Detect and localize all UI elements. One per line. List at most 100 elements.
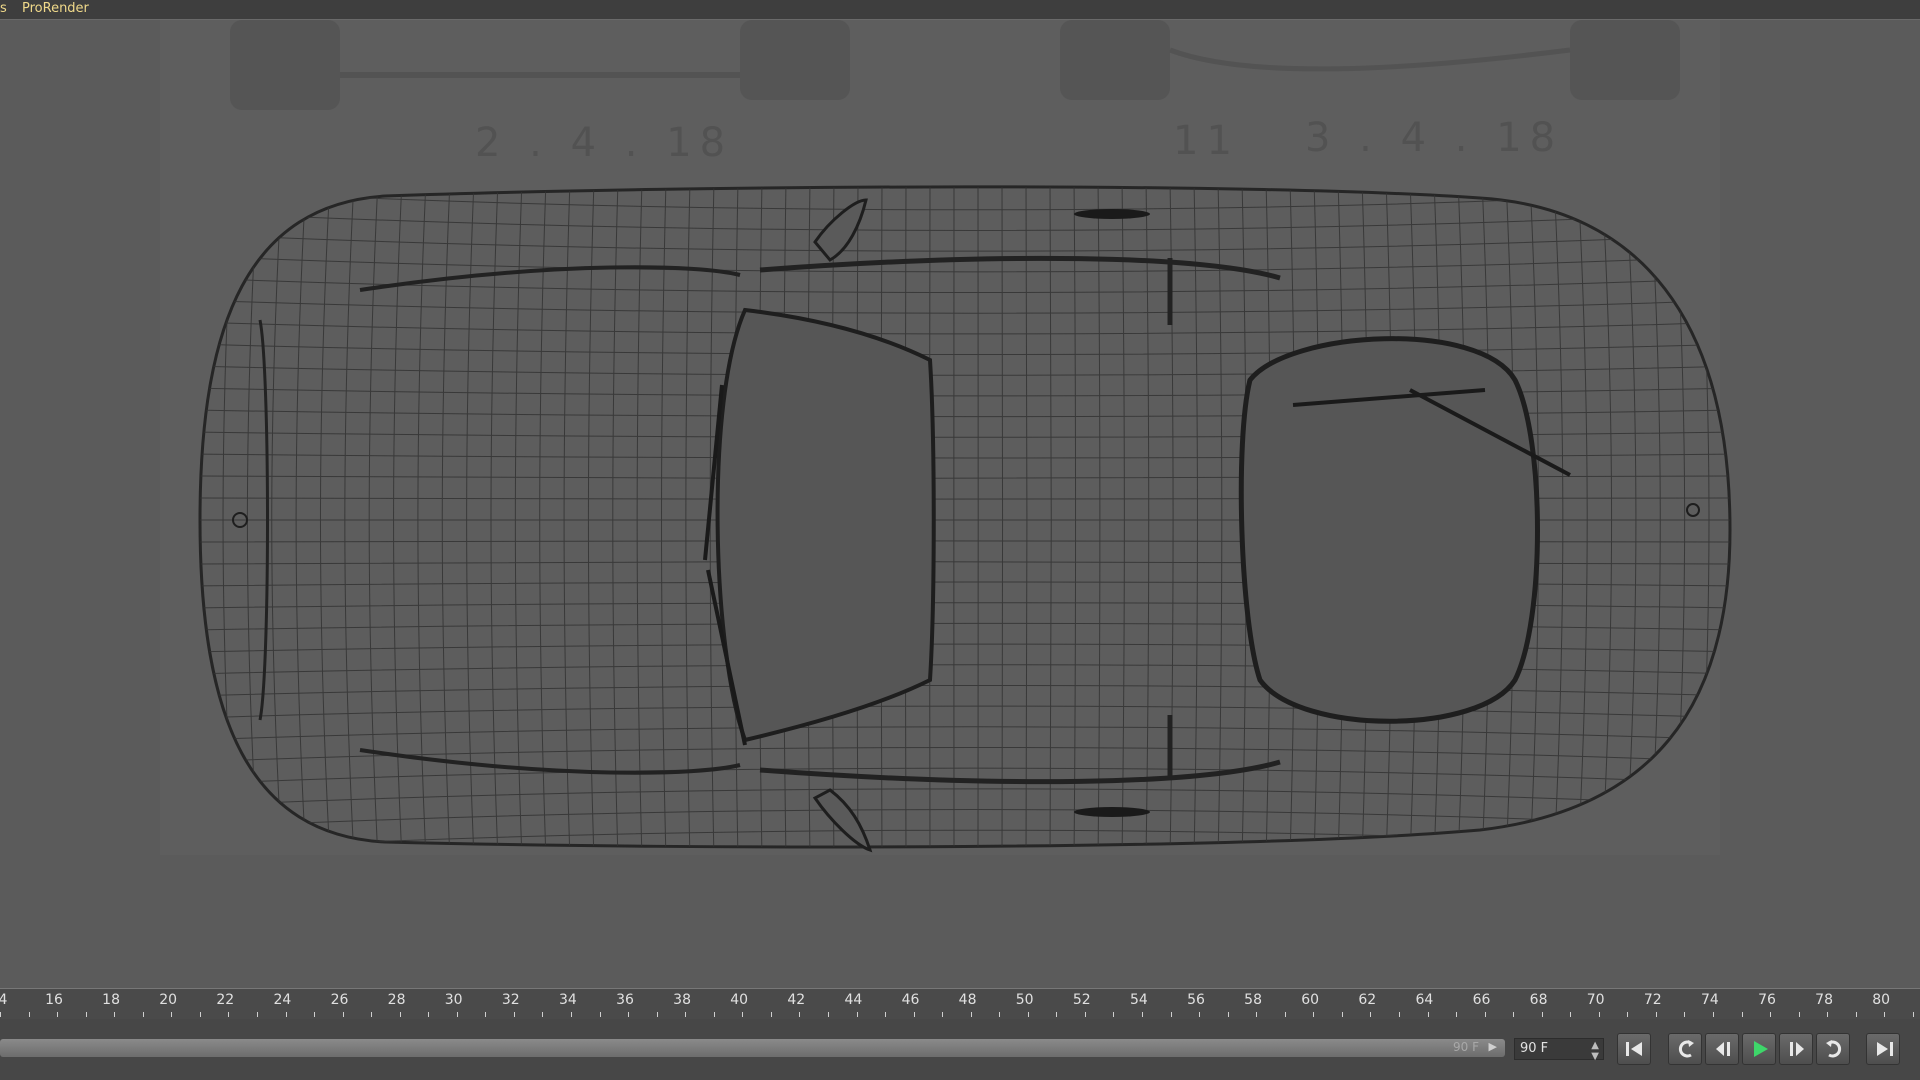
- timeline-frame-label: 30: [444, 992, 463, 1008]
- timeline-frame-label: 56: [1187, 992, 1205, 1008]
- go-to-end-button[interactable]: [1866, 1033, 1900, 1065]
- timeline-frame-label: 28: [387, 992, 406, 1008]
- timeline-tick: [57, 1012, 59, 1017]
- timeline-tick: [1655, 1012, 1657, 1017]
- timeline-tick: [1855, 1012, 1857, 1017]
- range-end-label: 90 F: [1453, 1040, 1479, 1054]
- timeline-tick: [399, 1012, 401, 1017]
- step-forward-icon: [1790, 1042, 1804, 1056]
- timeline-frame-label: 74: [1700, 992, 1719, 1008]
- timeline-tick: [1541, 1012, 1543, 1017]
- go-to-start-button[interactable]: [1617, 1033, 1651, 1065]
- timeline-tick: [371, 1012, 373, 1017]
- skip-start-icon: [1626, 1042, 1642, 1056]
- timeline-tick: [142, 1012, 144, 1017]
- timeline-frame-label: 46: [901, 992, 920, 1008]
- timeline-frame-label: 64: [1415, 992, 1434, 1008]
- timeline-tick: [1113, 1012, 1115, 1017]
- play-button[interactable]: [1742, 1033, 1776, 1065]
- range-arrow-icon[interactable]: ▶: [1489, 1040, 1497, 1053]
- viewport[interactable]: 2 . 4 . 18 11 3 . 4 . 18: [0, 20, 1920, 988]
- timeline-tick: [1741, 1012, 1743, 1017]
- timeline-frame-label: 66: [1472, 992, 1491, 1008]
- timeline-frame-label: 24: [273, 992, 292, 1008]
- timeline-tick: [114, 1012, 116, 1017]
- menu-bar: s ProRender: [0, 0, 1920, 20]
- timeline-frame-label: 72: [1643, 992, 1662, 1008]
- timeline-frame-label: 48: [958, 992, 977, 1008]
- timeline-tick: [1142, 1012, 1143, 1017]
- timeline-tick: [1370, 1012, 1372, 1017]
- frame-range-slider[interactable]: 90 F ▶: [0, 1039, 1505, 1057]
- timeline-tick: [713, 1012, 715, 1017]
- timeline-frame-label: 4: [0, 992, 8, 1008]
- timeline-tick: [599, 1012, 601, 1017]
- timeline-tick: [1827, 1012, 1829, 1017]
- timeline-frame-label: 44: [844, 992, 863, 1008]
- timeline-tick: [1798, 1012, 1800, 1017]
- timeline-tick: [1570, 1012, 1572, 1017]
- timeline-frame-label: 58: [1244, 992, 1263, 1008]
- loop-forward-button[interactable]: [1816, 1033, 1850, 1065]
- timeline-ruler[interactable]: 4 16 18 20 22 24 26 28 30 32 34 36 38 40 42 44 46 48 50 52 5…: [0, 988, 1920, 1019]
- timeline-tick: [742, 1012, 744, 1017]
- timeline-tick: [656, 1012, 658, 1017]
- timeline-frame-label: 60: [1301, 992, 1320, 1008]
- timeline-tick: [1770, 1012, 1772, 1017]
- timeline-tick: [1456, 1012, 1458, 1017]
- car-wireframe-model[interactable]: [0, 20, 1920, 988]
- step-back-button[interactable]: [1705, 1033, 1739, 1065]
- timeline-tick: [770, 1012, 772, 1017]
- loop-back-icon: [1678, 1040, 1694, 1058]
- door-handle: [1074, 807, 1150, 817]
- timeline-frame-label: 26: [330, 992, 349, 1008]
- timeline-tick: [228, 1012, 230, 1017]
- timeline-frame-label: 76: [1758, 992, 1776, 1008]
- timeline-frame-label: 40: [730, 992, 749, 1008]
- timeline-frame-label: 78: [1815, 992, 1834, 1008]
- timeline-frame-label: 52: [1072, 992, 1091, 1008]
- frame-field-value: 90 F: [1520, 1041, 1549, 1056]
- spinner-icon[interactable]: ▲ ▼: [1591, 1040, 1599, 1062]
- timeline-tick: [1313, 1012, 1315, 1017]
- timeline-tick: [1284, 1012, 1286, 1017]
- timeline-frame-label: 22: [216, 992, 235, 1008]
- timeline-tick: [256, 1012, 258, 1017]
- timeline-tick: [1341, 1012, 1343, 1017]
- step-forward-button[interactable]: [1779, 1033, 1813, 1065]
- timeline-tick: [1056, 1012, 1058, 1017]
- timeline-tick: [685, 1012, 687, 1017]
- timeline-tick: [799, 1012, 801, 1017]
- frame-field[interactable]: 90 F ▲ ▼: [1514, 1038, 1604, 1062]
- timeline-frame-label: 70: [1586, 992, 1605, 1008]
- timeline-tick: [970, 1012, 972, 1017]
- timeline-tick: [1598, 1012, 1600, 1017]
- menu-item-prorender[interactable]: ProRender: [22, 1, 89, 17]
- timeline-tick: [199, 1012, 201, 1017]
- menu-item-s[interactable]: s: [0, 1, 7, 17]
- timeline-tick: [1256, 1012, 1258, 1017]
- loop-back-button[interactable]: [1668, 1033, 1702, 1065]
- timeline-tick: [542, 1012, 544, 1017]
- timeline-tick: [1684, 1012, 1686, 1017]
- timeline-tick: [485, 1012, 487, 1017]
- loop-forward-icon: [1826, 1040, 1842, 1058]
- timeline-tick: [28, 1012, 30, 1017]
- timeline-tick: [1084, 1012, 1086, 1017]
- timeline-tick: [913, 1012, 915, 1017]
- windshield: [715, 307, 936, 743]
- step-back-icon: [1716, 1042, 1730, 1056]
- timeline-tick: [1199, 1012, 1201, 1017]
- timeline-tick: [1427, 1012, 1429, 1017]
- timeline-tick: [885, 1012, 887, 1017]
- timeline-tick: [85, 1012, 87, 1017]
- timeline-frame-label: 54: [1129, 992, 1148, 1008]
- timeline-tick: [1627, 1012, 1629, 1017]
- timeline-frame-label: 20: [159, 992, 178, 1008]
- skip-end-icon: [1877, 1042, 1893, 1056]
- timeline-tick: [1398, 1012, 1400, 1017]
- timeline-frame-label: 68: [1529, 992, 1548, 1008]
- timeline-tick: [827, 1012, 829, 1017]
- timeline-tick: [1484, 1012, 1486, 1017]
- timeline-tick: [628, 1012, 630, 1017]
